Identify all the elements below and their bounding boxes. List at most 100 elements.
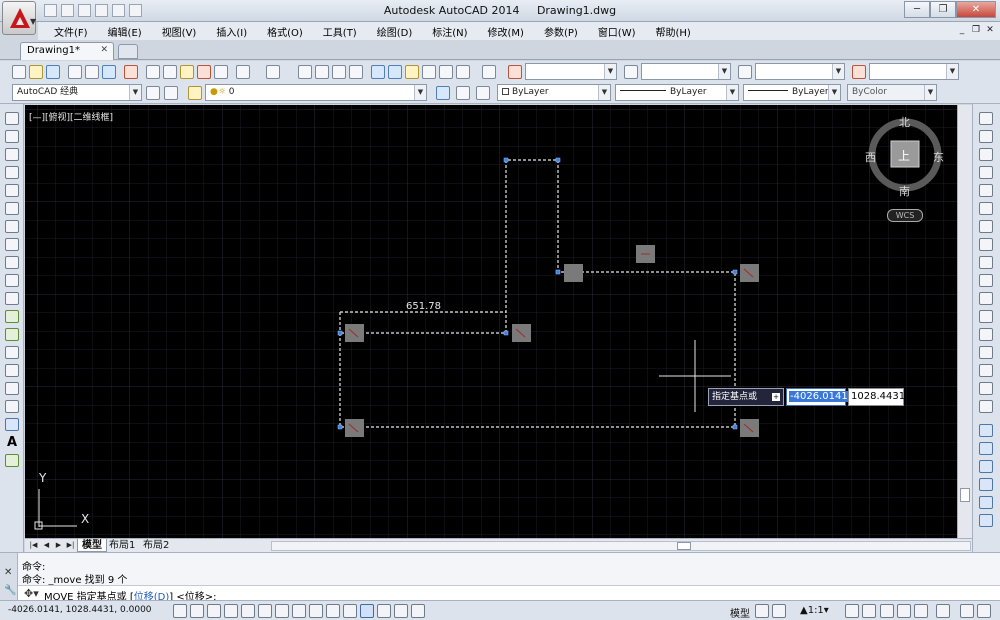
grip[interactable] [555, 269, 561, 275]
tab-layout1[interactable]: 布局1 [105, 539, 139, 552]
grip[interactable] [337, 330, 343, 336]
status-menu-icon[interactable] [960, 604, 974, 618]
menu-insert[interactable]: 插入(I) [206, 24, 257, 39]
chamfer-icon[interactable] [979, 364, 993, 377]
grip[interactable] [503, 157, 509, 163]
workspace-select[interactable]: AutoCAD 经典 ▼ [12, 84, 142, 101]
menu-view[interactable]: 视图(V) [152, 24, 207, 39]
command-line-input[interactable]: ✥▾ MOVE 指定基点或 [位移(D)] <位移>: [18, 585, 1000, 603]
copy-icon[interactable] [163, 65, 177, 79]
send-to-back-icon[interactable] [979, 460, 993, 473]
menu-file[interactable]: 文件(F) [44, 24, 98, 39]
ellipse-icon[interactable] [5, 274, 19, 287]
menu-format[interactable]: 格式(O) [257, 24, 313, 39]
doc-close-button[interactable]: ✕ [984, 24, 996, 36]
make-block-icon[interactable] [5, 328, 19, 341]
dynamic-input-x-field[interactable]: -4026.0141 [786, 388, 849, 406]
object-snap-icon[interactable] [258, 604, 272, 618]
doc-minimize-button[interactable]: _ [956, 24, 968, 36]
zoom-window-icon[interactable] [332, 65, 346, 79]
wcs-menu[interactable]: WCS [887, 209, 923, 222]
revision-cloud-icon[interactable] [5, 238, 19, 251]
tab-model[interactable]: 模型 [77, 539, 107, 552]
customize-icon[interactable] [164, 86, 178, 100]
snap-mode-icon[interactable] [190, 604, 204, 618]
grid-display-icon[interactable] [207, 604, 221, 618]
cut-icon[interactable] [146, 65, 160, 79]
last-layout-icon[interactable]: ▶| [65, 540, 76, 551]
make-current-layer-icon[interactable] [436, 86, 450, 100]
multiline-text-icon[interactable]: A [5, 436, 19, 449]
menu-modify[interactable]: 修改(M) [478, 24, 534, 39]
horizontal-scroll-thumb[interactable] [677, 542, 691, 550]
first-layout-icon[interactable]: |◀ [28, 540, 39, 551]
insert-block-icon[interactable] [5, 310, 19, 323]
color-select[interactable]: ByLayer ▼ [497, 84, 611, 101]
text-style-icon[interactable] [508, 65, 522, 79]
offset-icon[interactable] [979, 166, 993, 179]
save-icon[interactable] [46, 65, 60, 79]
3d-print-icon[interactable] [124, 65, 138, 79]
close-command-window-icon[interactable]: ✕ [4, 567, 12, 578]
next-layout-icon[interactable]: ▶ [53, 540, 64, 551]
circle-icon[interactable] [5, 220, 19, 233]
join-icon[interactable] [979, 346, 993, 359]
table-icon[interactable] [5, 418, 19, 431]
annotation-scale[interactable]: ▲1:1▾ [800, 605, 829, 616]
hatch-icon[interactable] [5, 364, 19, 377]
file-tab-drawing1[interactable]: Drawing1* ✕ [20, 42, 114, 60]
model-space-toggle[interactable]: 模型 [730, 605, 750, 620]
dim-style-icon[interactable] [624, 65, 638, 79]
bring-above-icon[interactable] [979, 478, 993, 491]
quick-view-layouts-icon[interactable] [755, 604, 769, 618]
lineweight-icon[interactable] [343, 604, 357, 618]
break-icon[interactable] [979, 328, 993, 341]
customize-command-icon[interactable]: 🔧 [4, 585, 16, 596]
grip[interactable] [503, 330, 509, 336]
explode-icon[interactable] [979, 400, 993, 413]
layer-select[interactable]: ●☼ 0 ▼ [205, 84, 427, 101]
menu-tools[interactable]: 工具(T) [313, 24, 367, 39]
help-icon[interactable] [482, 65, 496, 79]
fillet-icon[interactable] [979, 382, 993, 395]
selection-cycling-icon[interactable] [394, 604, 408, 618]
vertical-scroll-thumb[interactable] [960, 488, 970, 502]
draw-order-icon[interactable] [979, 424, 993, 437]
workspace-settings-icon[interactable] [146, 86, 160, 100]
menu-help[interactable]: 帮助(H) [646, 24, 701, 39]
ellipse-arc-icon[interactable] [5, 292, 19, 305]
send-under-icon[interactable] [979, 496, 993, 509]
grip[interactable] [555, 157, 561, 163]
publish-icon[interactable] [102, 65, 116, 79]
line-icon[interactable] [5, 112, 19, 125]
viewcube-top-face[interactable]: 上 [898, 147, 910, 164]
polyline-icon[interactable] [5, 148, 19, 161]
plot-style-select[interactable]: ByColor ▼ [847, 84, 937, 101]
pan-icon[interactable] [298, 65, 312, 79]
block-editor-icon[interactable] [214, 65, 228, 79]
infer-constraints-icon[interactable] [173, 604, 187, 618]
toolbar-lock-icon[interactable] [897, 604, 911, 618]
tab-layout2[interactable]: 布局2 [139, 539, 173, 552]
grip[interactable] [337, 424, 343, 430]
qnew-icon[interactable] [12, 65, 26, 79]
close-button[interactable]: ✕ [956, 1, 996, 18]
doc-restore-button[interactable]: ❐ [970, 24, 982, 36]
scale-icon[interactable] [979, 238, 993, 251]
layer-previous-icon[interactable] [456, 86, 470, 100]
polar-tracking-icon[interactable] [241, 604, 255, 618]
workspace-switching-icon[interactable] [880, 604, 894, 618]
multileader-style-icon[interactable] [852, 65, 866, 79]
auto-scale-icon[interactable] [862, 604, 876, 618]
menu-draw[interactable]: 绘图(D) [367, 24, 423, 39]
arc-icon[interactable] [5, 202, 19, 215]
object-snap-tracking-icon[interactable] [292, 604, 306, 618]
trim-icon[interactable] [979, 274, 993, 287]
bring-to-front-icon[interactable] [979, 442, 993, 455]
match-properties-icon[interactable] [197, 65, 211, 79]
redo-icon[interactable] [266, 65, 280, 79]
tool-palettes-icon[interactable] [405, 65, 419, 79]
region-icon[interactable] [5, 400, 19, 413]
compass-south[interactable]: 南 [899, 183, 910, 199]
new-tab-button[interactable] [118, 44, 138, 59]
